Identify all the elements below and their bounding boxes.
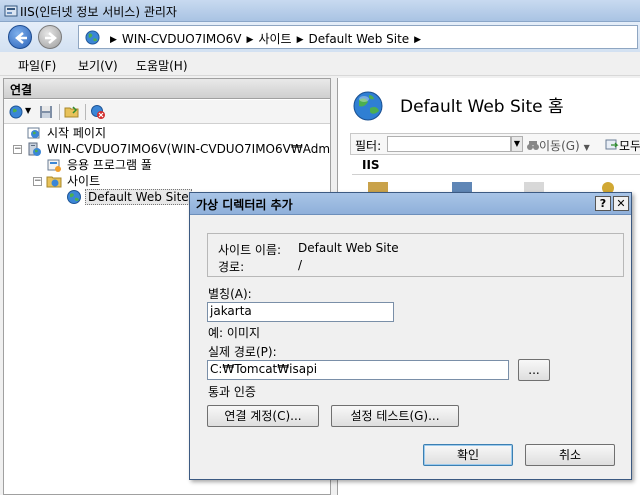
server-icon — [28, 142, 41, 156]
globe-icon — [67, 190, 81, 204]
alias-example: 예: 이미지 — [208, 326, 261, 340]
site-name-label: 사이트 이름: — [218, 243, 282, 257]
filter-dropdown[interactable]: ▼ — [511, 136, 523, 152]
breadcrumb-sites[interactable]: 사이트 — [258, 32, 291, 46]
start-page-icon — [27, 127, 40, 139]
connect-icon[interactable] — [9, 104, 25, 120]
sites-folder-icon — [46, 176, 62, 188]
forward-button[interactable] — [38, 25, 62, 49]
navigation-bar: ▶ WIN-CVDUO7IMO6V ▶ 사이트 ▶ Default Web Site ▶ — [0, 22, 640, 52]
connect-as-button[interactable]: 연결 계정(C)... — [207, 405, 319, 427]
browse-button[interactable]: ... — [518, 359, 550, 381]
alias-label: 별칭(A): — [208, 287, 252, 301]
iis-app-icon — [4, 5, 18, 17]
menu-file[interactable]: 파일(F) — [18, 57, 56, 74]
alias-input[interactable]: jakarta — [207, 302, 394, 322]
forward-arrow-icon — [45, 32, 57, 44]
filter-input[interactable] — [387, 136, 511, 152]
go-button[interactable]: 이동(G) ▼ — [527, 137, 590, 154]
back-button[interactable] — [8, 25, 32, 49]
address-bar[interactable]: ▶ WIN-CVDUO7IMO6V ▶ 사이트 ▶ Default Web Site ▶ — [78, 25, 638, 49]
site-name-value: Default Web Site — [298, 241, 399, 255]
iis-group-label: IIS — [362, 158, 380, 172]
breadcrumb-server[interactable]: WIN-CVDUO7IMO6V — [122, 32, 242, 46]
open-folder-icon[interactable] — [64, 104, 80, 120]
connections-toolbar: ▼ — [4, 100, 330, 124]
physical-path-label: 실제 경로(P): — [208, 345, 277, 359]
back-arrow-icon — [15, 32, 27, 44]
page-title: Default Web Site 홈 — [400, 97, 564, 117]
show-all-icon — [605, 139, 619, 150]
close-button[interactable]: ✕ — [613, 196, 629, 211]
cancel-button[interactable]: 취소 — [525, 444, 615, 466]
dialog-titlebar: 가상 디렉터리 추가 ? ✕ — [190, 193, 631, 215]
breadcrumb: ▶ WIN-CVDUO7IMO6V ▶ 사이트 ▶ Default Web Site ▶ — [110, 32, 422, 46]
test-settings-button[interactable]: 설정 테스트(G)... — [331, 405, 459, 427]
connections-title: 연결 — [10, 83, 33, 97]
menu-view[interactable]: 보기(V) — [78, 57, 118, 74]
connect-dropdown-icon[interactable]: ▼ — [25, 106, 31, 115]
ok-button[interactable]: 확인 — [423, 444, 513, 466]
menu-bar: 파일(F) 보기(V) 도움말(H) — [0, 52, 640, 76]
pass-through-auth-label: 통과 인증 — [208, 385, 256, 399]
tree-expander-sites[interactable]: − — [33, 177, 42, 186]
physical-path-input[interactable]: C:₩Tomcat₩isapi — [207, 360, 509, 380]
menu-help[interactable]: 도움말(H) — [136, 57, 188, 74]
breadcrumb-site[interactable]: Default Web Site — [308, 32, 409, 46]
filter-label: 필터: — [355, 139, 382, 153]
window-titlebar: IIS(인터넷 정보 서비스) 관리자 — [0, 0, 640, 22]
path-value: / — [298, 258, 303, 272]
path-label: 경로: — [218, 260, 245, 274]
tree-expander-server[interactable]: − — [13, 145, 22, 154]
filter-bar: 필터: ▼ 이동(G) ▼ 모두 — [350, 133, 640, 155]
binoculars-icon — [527, 141, 539, 150]
app-pool-icon — [47, 159, 61, 172]
help-button[interactable]: ? — [595, 196, 611, 211]
connections-header: 연결 — [4, 79, 330, 99]
add-virtual-directory-dialog: 가상 디렉터리 추가 ? ✕ 사이트 이름: Default Web Site … — [189, 192, 632, 480]
window-title: IIS(인터넷 정보 서비스) 관리자 — [20, 5, 177, 19]
show-all-button[interactable]: 모두 — [605, 137, 640, 154]
save-icon[interactable] — [38, 104, 54, 120]
globe-icon — [85, 30, 100, 45]
globe-icon — [353, 91, 383, 121]
site-info-box: 사이트 이름: Default Web Site 경로: / — [207, 233, 624, 277]
dialog-title: 가상 디렉터리 추가 — [196, 198, 293, 212]
disconnect-icon[interactable] — [90, 104, 106, 120]
